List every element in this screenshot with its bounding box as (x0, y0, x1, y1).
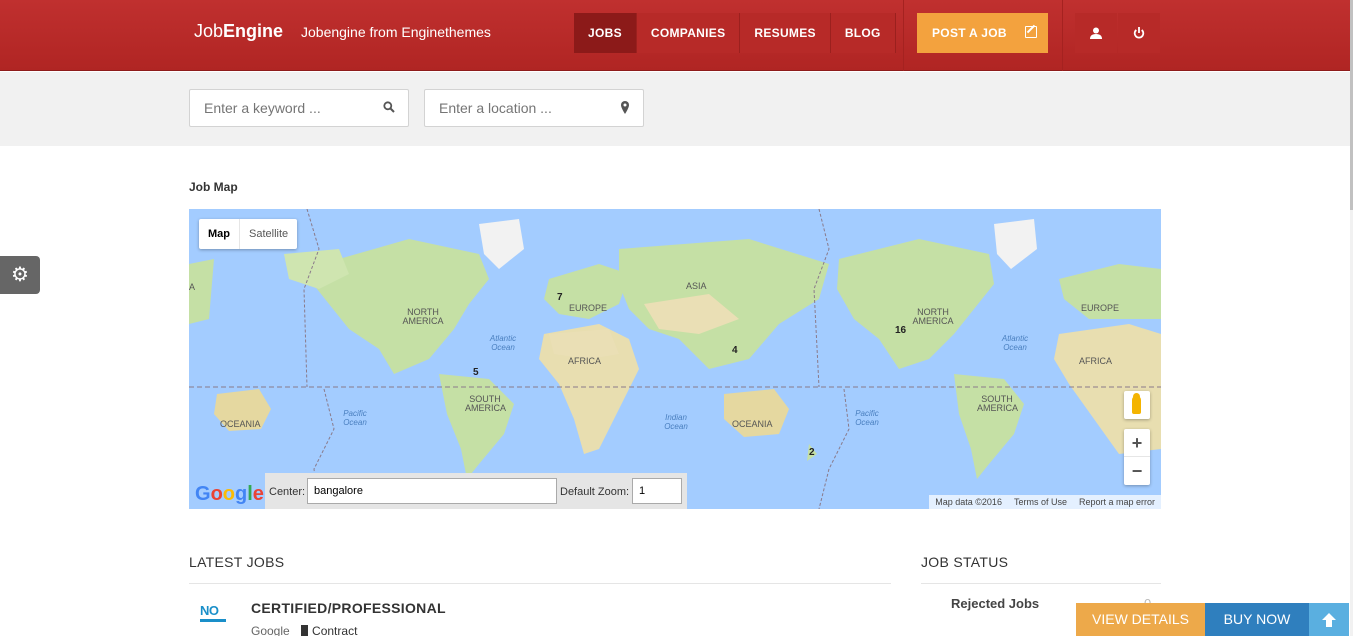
map-type-control: Map Satellite (199, 219, 298, 249)
latest-jobs-title: LATEST JOBS (189, 554, 285, 570)
company-logo[interactable]: NO (200, 604, 230, 626)
ocean-label: Atlantic Ocean (1001, 334, 1029, 352)
location-pin-icon (620, 101, 630, 117)
map-attribution: Map data ©2016 Terms of Use Report a map… (929, 495, 1161, 509)
keyword-field (189, 89, 409, 127)
bookmark-icon (301, 625, 309, 636)
default-zoom-input[interactable]: 1 (632, 478, 682, 504)
continent-label: AFRICA (568, 356, 602, 366)
continent-label: SOUTH AMERICA (465, 394, 507, 413)
continent-label: EUROPE (569, 303, 608, 313)
job-type: Contract (301, 624, 357, 636)
continent-label: A (189, 282, 196, 292)
ocean-label: Pacific Ocean (855, 409, 879, 427)
divider (189, 583, 891, 584)
company-name[interactable]: Google (251, 624, 290, 636)
top-header: JobEngine Jobengine from Enginethemes JO… (0, 0, 1353, 71)
street-view-pegman-icon[interactable] (1124, 391, 1150, 419)
view-details-button[interactable]: VIEW DETAILS (1076, 603, 1205, 636)
job-map-title: Job Map (189, 180, 238, 194)
default-zoom-label: Default Zoom: (560, 486, 630, 498)
continent-label: OCEANIA (732, 419, 773, 429)
continent-label: SOUTH AMERICA (977, 394, 1019, 413)
job-meta: Google Contract (251, 624, 357, 636)
search-icon[interactable] (383, 101, 395, 116)
map-data-text: Map data ©2016 (935, 497, 1002, 507)
search-bar (0, 72, 1350, 146)
job-cluster-marker[interactable]: 7 (557, 292, 563, 303)
job-map[interactable]: Map Satellite NORTH AMERICA EUROPE ASIA … (189, 209, 1161, 509)
center-label: Center: (269, 486, 306, 498)
nav-blog[interactable]: BLOG (830, 13, 896, 53)
map-settings-panel: Center: bangalore Default Zoom: 1 (265, 473, 687, 509)
map-type-map-button[interactable]: Map (199, 219, 240, 249)
divider (921, 583, 1161, 584)
map-land (189, 209, 1161, 509)
continent-label: OCEANIA (220, 419, 261, 429)
site-tagline: Jobengine from Enginethemes (301, 24, 491, 40)
keyword-input[interactable] (190, 90, 408, 126)
settings-gear-icon[interactable]: ⚙ (0, 256, 40, 294)
nav-companies[interactable]: COMPANIES (636, 13, 741, 53)
scroll-up-arrow-icon[interactable] (1309, 603, 1349, 636)
ocean-label: Atlantic Ocean (489, 334, 517, 352)
location-input[interactable] (425, 90, 643, 126)
continent-label: ASIA (686, 281, 707, 291)
job-cluster-marker[interactable]: 2 (809, 447, 815, 458)
terms-of-use-link[interactable]: Terms of Use (1008, 495, 1073, 509)
main-nav: JOBS COMPANIES RESUMES BLOG (574, 13, 896, 53)
map-type-satellite-button[interactable]: Satellite (240, 219, 297, 249)
center-input[interactable]: bangalore (307, 478, 557, 504)
google-logo: Google (195, 483, 264, 505)
ocean-label: Indian Ocean (664, 413, 688, 431)
job-cluster-marker[interactable]: 4 (732, 345, 738, 356)
power-icon[interactable] (1118, 13, 1160, 53)
job-title-link[interactable]: CERTIFIED/PROFESSIONAL (251, 600, 446, 616)
buy-now-button[interactable]: BUY NOW (1205, 603, 1309, 636)
nav-jobs[interactable]: JOBS (574, 13, 637, 53)
zoom-in-button[interactable]: + (1124, 429, 1150, 457)
job-cluster-marker[interactable]: 5 (473, 367, 479, 378)
job-status-title: JOB STATUS (921, 554, 1009, 570)
site-logo[interactable]: JobEngine (194, 21, 283, 42)
continent-label: AFRICA (1079, 356, 1113, 366)
header-divider (1062, 0, 1063, 71)
continent-label: EUROPE (1081, 303, 1120, 313)
report-map-error-link[interactable]: Report a map error (1073, 495, 1161, 509)
user-icon[interactable] (1075, 13, 1117, 53)
continent-label: NORTH AMERICA (402, 307, 444, 326)
ocean-label: Pacific Ocean (343, 409, 367, 427)
continent-label: NORTH AMERICA (912, 307, 954, 326)
zoom-out-button[interactable]: − (1124, 457, 1150, 485)
header-divider (903, 0, 904, 71)
status-rejected-jobs[interactable]: Rejected Jobs (951, 596, 1039, 611)
location-field (424, 89, 644, 127)
post-job-button[interactable]: POST A JOB (917, 13, 1048, 53)
job-cluster-marker[interactable]: 16 (895, 325, 906, 336)
edit-icon (1025, 26, 1037, 38)
nav-resumes[interactable]: RESUMES (740, 13, 831, 53)
zoom-control: + − (1124, 429, 1150, 485)
